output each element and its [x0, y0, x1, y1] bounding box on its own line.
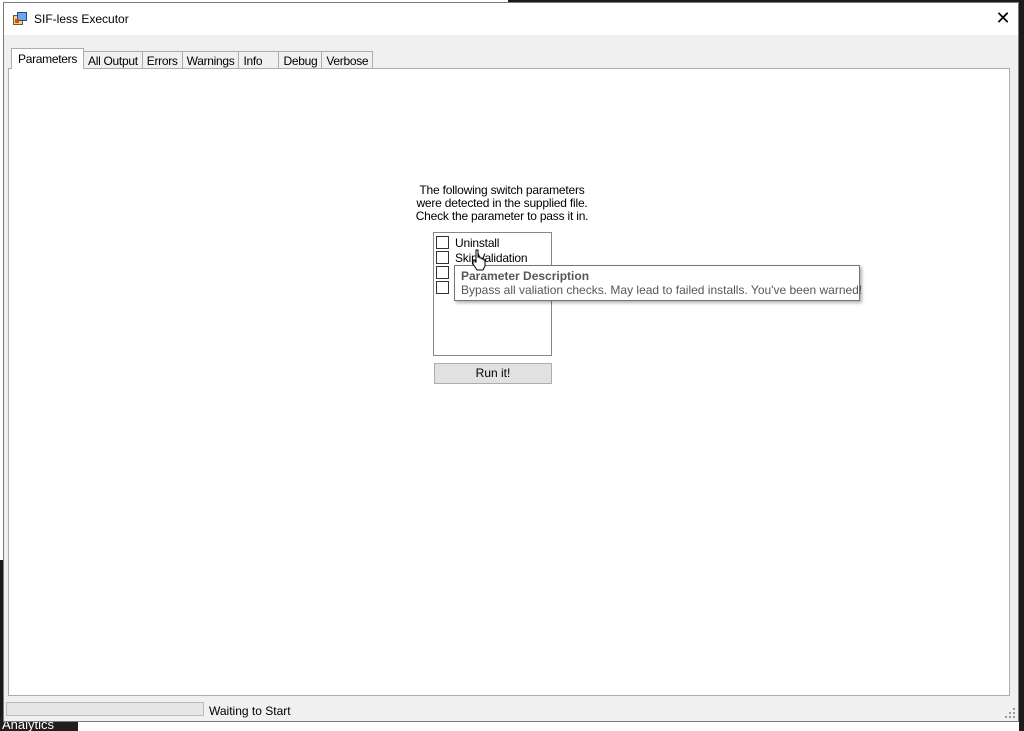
- mouse-pointer-icon: [472, 249, 486, 271]
- window-title: SIF-less Executor: [34, 12, 129, 26]
- list-item-skipvalidation[interactable]: SkipValidation: [434, 250, 551, 265]
- tab-parameters[interactable]: Parameters: [11, 48, 85, 69]
- progress-bar: [6, 702, 204, 716]
- param-label: SkipValidation: [455, 250, 528, 265]
- tab-strip: Parameters All Output Errors Warnings In…: [11, 48, 374, 69]
- tooltip-title: Parameter Description: [461, 269, 590, 283]
- app-window-icon: [13, 12, 27, 25]
- param-label: Uninstall: [455, 235, 500, 250]
- resize-grip-icon[interactable]: [1004, 707, 1016, 719]
- title-bar[interactable]: SIF-less Executor ✕: [4, 3, 1018, 35]
- app-window: SIF-less Executor ✕ Parameters All Outpu…: [3, 2, 1019, 722]
- param-checkbox[interactable]: [436, 281, 449, 294]
- parameters-panel: The following switch parameters were det…: [8, 68, 1010, 696]
- close-button[interactable]: ✕: [988, 3, 1018, 35]
- tab-all-output[interactable]: All Output: [83, 51, 143, 69]
- tab-debug[interactable]: Debug: [278, 51, 323, 69]
- tab-warnings[interactable]: Warnings: [181, 51, 240, 69]
- close-icon: ✕: [995, 8, 1011, 28]
- tab-verbose[interactable]: Verbose: [321, 51, 374, 69]
- tab-info[interactable]: Info: [238, 51, 280, 69]
- status-bar: Waiting to Start: [4, 699, 1018, 721]
- run-button[interactable]: Run it!: [434, 363, 552, 384]
- tab-errors[interactable]: Errors: [141, 51, 183, 69]
- list-item-uninstall[interactable]: Uninstall: [434, 235, 551, 250]
- desktop-background-right: [1019, 0, 1024, 731]
- instructions-text: The following switch parameters were det…: [415, 183, 589, 223]
- skipvalidation-checkbox[interactable]: [436, 251, 449, 264]
- tooltip-body: Bypass all valiation checks. May lead to…: [461, 283, 863, 297]
- uninstall-checkbox[interactable]: [436, 236, 449, 249]
- status-text: Waiting to Start: [209, 704, 291, 718]
- parameter-tooltip: Parameter Description Bypass all valiati…: [454, 265, 863, 301]
- param-checkbox[interactable]: [436, 266, 449, 279]
